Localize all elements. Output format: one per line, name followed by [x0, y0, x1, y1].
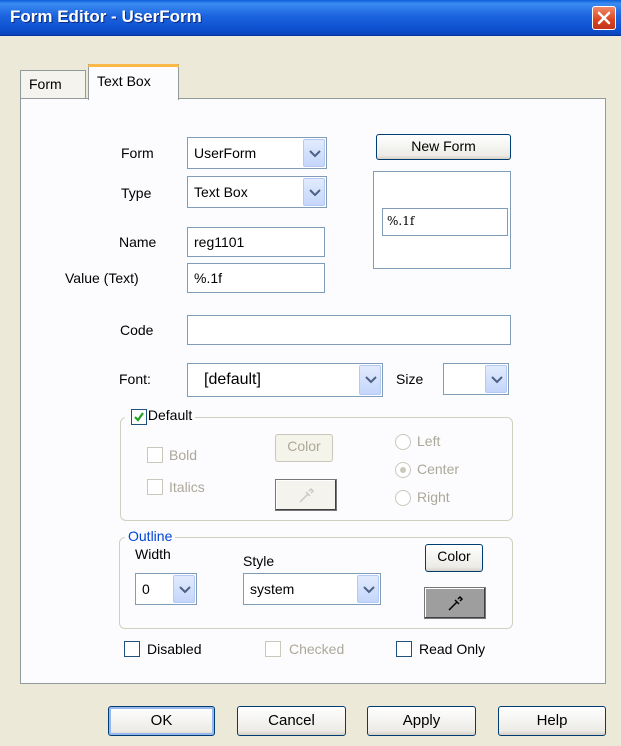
width-dropdown-button[interactable] [173, 575, 195, 603]
form-select-value: UserForm [194, 145, 257, 161]
read-only-label: Read Only [419, 641, 486, 657]
font-dropdown-button[interactable] [359, 365, 381, 395]
outline-color-button[interactable]: Color [425, 544, 483, 572]
close-icon [597, 11, 611, 25]
disabled-checkbox[interactable] [124, 641, 140, 657]
preview-field: %.1f [382, 208, 508, 236]
window-title: Form Editor - UserForm [10, 7, 202, 26]
font-select-value: [default] [204, 371, 261, 388]
chevron-down-icon [491, 376, 503, 384]
tab-panel: Form UserForm New Form %.1f Type Text Bo… [20, 98, 606, 684]
outline-color-picker[interactable] [424, 587, 486, 619]
ok-button[interactable]: OK [108, 706, 215, 736]
code-label: Code [120, 322, 154, 338]
cancel-button[interactable]: Cancel [237, 706, 346, 736]
name-label: Name [119, 234, 157, 250]
font-select[interactable]: [default] [187, 363, 383, 397]
type-select-value: Text Box [194, 184, 248, 200]
width-select[interactable]: 0 [135, 573, 197, 605]
width-select-value: 0 [142, 581, 150, 597]
width-label: Width [135, 546, 171, 562]
help-button[interactable]: Help [498, 706, 606, 736]
name-field[interactable]: reg1101 [187, 227, 325, 257]
align-right-radio[interactable] [395, 490, 411, 506]
chevron-down-icon [309, 150, 321, 158]
align-left-label: Left [417, 433, 441, 449]
value-field[interactable]: %.1f [187, 263, 325, 293]
style-select-value: system [250, 581, 295, 597]
align-left-radio[interactable] [395, 434, 411, 450]
checked-label: Checked [289, 641, 345, 657]
chevron-down-icon [365, 376, 377, 384]
type-label: Type [121, 185, 152, 201]
chevron-down-icon [179, 586, 191, 594]
default-group-header: Default [125, 407, 196, 427]
value-label: Value (Text) [65, 270, 139, 286]
size-select[interactable] [443, 363, 509, 395]
size-label: Size [396, 371, 424, 387]
style-label: Style [243, 553, 275, 569]
bold-checkbox[interactable] [147, 447, 163, 463]
size-dropdown-button[interactable] [485, 365, 507, 393]
bold-label: Bold [169, 447, 198, 463]
style-dropdown-button[interactable] [357, 575, 379, 603]
chevron-down-icon [309, 189, 321, 197]
align-center-radio[interactable] [395, 462, 411, 478]
checkmark-icon [134, 412, 144, 422]
form-dropdown-button[interactable] [303, 139, 325, 167]
checked-checkbox[interactable] [265, 641, 281, 657]
chevron-down-icon [363, 586, 375, 594]
form-label: Form [121, 145, 154, 161]
default-color-button[interactable]: Color [275, 434, 333, 462]
default-label: Default [147, 407, 193, 423]
tab-text-box[interactable]: Text Box [88, 64, 179, 100]
eyedropper-icon [448, 595, 464, 611]
title-bar: Form Editor - UserForm [0, 0, 621, 36]
eyedropper-icon [299, 487, 315, 503]
preview-box: %.1f [373, 171, 511, 269]
default-color-picker[interactable] [275, 479, 337, 511]
align-center-label: Center [417, 461, 460, 477]
outline-group-title: Outline [125, 528, 176, 544]
align-right-label: Right [417, 489, 450, 505]
italics-label: Italics [169, 479, 205, 495]
value-field-value: %.1f [194, 270, 223, 286]
italics-checkbox[interactable] [147, 479, 163, 495]
tab-form[interactable]: Form [20, 70, 86, 98]
apply-button[interactable]: Apply [367, 706, 476, 736]
font-label: Font: [119, 371, 151, 387]
read-only-checkbox[interactable] [396, 641, 412, 657]
radio-selected-dot [400, 467, 406, 473]
new-form-button[interactable]: New Form [376, 134, 511, 160]
style-select[interactable]: system [243, 573, 381, 605]
close-button[interactable] [592, 6, 616, 30]
type-dropdown-button[interactable] [303, 178, 325, 206]
disabled-label: Disabled [147, 641, 202, 657]
default-checkbox[interactable] [131, 409, 147, 425]
form-select[interactable]: UserForm [187, 137, 327, 169]
type-select[interactable]: Text Box [187, 176, 327, 208]
code-field[interactable] [187, 315, 511, 345]
name-field-value: reg1101 [194, 234, 245, 250]
